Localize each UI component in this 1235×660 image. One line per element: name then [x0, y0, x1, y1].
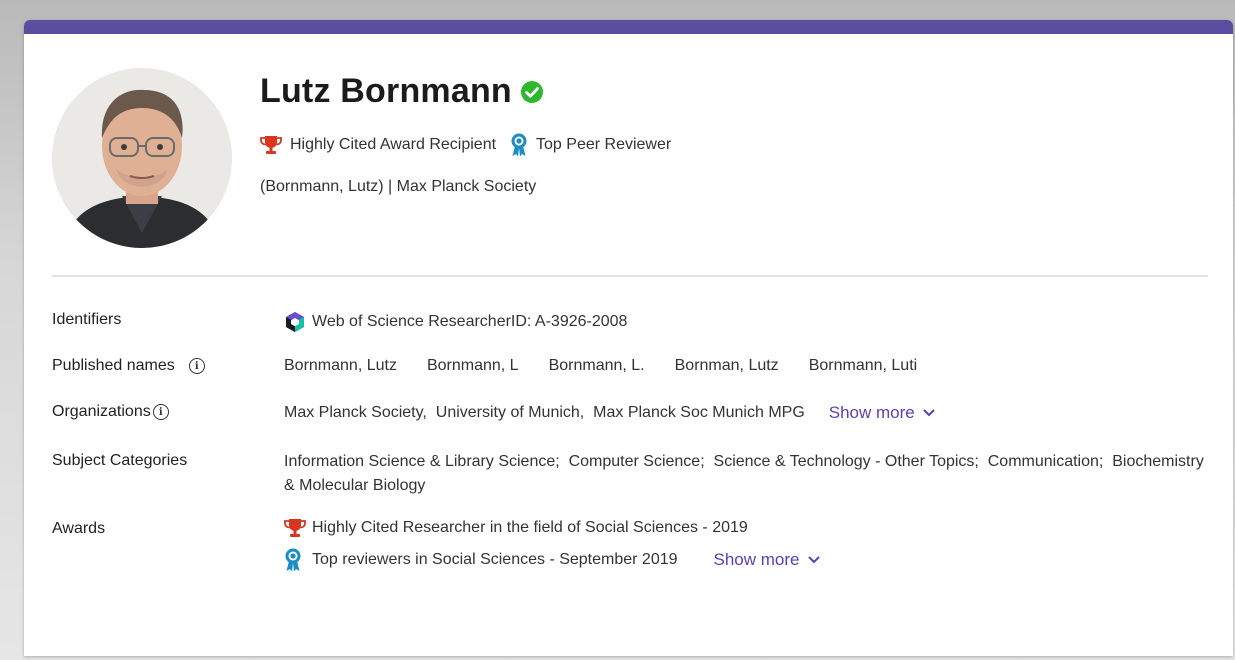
subject-categories-label: Subject Categories [52, 452, 188, 469]
info-icon[interactable]: i [152, 404, 169, 420]
badge-label: Top Peer Reviewer [536, 136, 672, 153]
reviewer-ribbon-icon [511, 133, 527, 157]
identifiers-label: Identifiers [52, 311, 122, 328]
published-name-item: Bornmann, L. [548, 357, 645, 374]
subject-categories-value: Information Science & Library Science; C… [284, 453, 1209, 494]
award-item: Highly Cited Researcher in the field of … [284, 518, 748, 538]
show-more-label: Show more [828, 403, 915, 422]
chevron-down-icon [923, 409, 935, 417]
researcher-name: Lutz Bornmann [260, 72, 512, 110]
badge-top-peer-reviewer: Top Peer Reviewer [510, 133, 671, 157]
page-background: Lutz Bornmann Highly Cited Award Recipie… [0, 0, 1235, 660]
verified-check-icon [520, 80, 543, 103]
card-accent-bar [24, 20, 1233, 34]
published-names-label-row: Published names i [52, 357, 205, 375]
published-name-item: Bornmann, Lutz [284, 357, 397, 374]
badge-label: Highly Cited Award Recipient [290, 136, 497, 153]
award-text: Highly Cited Researcher in the field of … [312, 519, 748, 536]
identifiers-value: Web of Science ResearcherID: A-3926-2008 [284, 311, 627, 333]
trophy-icon [260, 136, 282, 154]
published-name-item: Bornmann, L [426, 357, 519, 374]
badge-highly-cited: Highly Cited Award Recipient [260, 135, 496, 155]
organizations-text: Max Planck Society, University of Munich… [284, 404, 805, 421]
award-text: Top reviewers in Social Sciences - Septe… [312, 551, 678, 568]
researcher-id-text: Web of Science ResearcherID: A-3926-2008 [312, 313, 628, 330]
reviewer-ribbon-icon [285, 548, 301, 572]
info-icon[interactable]: i [188, 358, 205, 374]
profile-affiliation: (Bornmann, Lutz) | Max Planck Society [260, 178, 537, 195]
published-names-label: Published names [52, 357, 175, 374]
published-names-list: Bornmann, Lutz Bornmann, L Bornmann, L. … [284, 357, 947, 375]
awards-show-more-button[interactable]: Show more [714, 550, 820, 570]
show-more-label: Show more [713, 550, 800, 569]
published-name-item: Bornman, Lutz [674, 357, 779, 374]
organizations-label-row: Organizations i [52, 403, 169, 421]
avatar [52, 68, 232, 248]
chevron-down-icon [808, 556, 819, 564]
profile-name-row: Lutz Bornmann [260, 72, 544, 111]
web-of-science-logo-icon [286, 312, 304, 332]
awards-label: Awards [52, 520, 106, 537]
award-item: Top reviewers in Social Sciences - Septe… [284, 548, 820, 572]
profile-badges: Highly Cited Award Recipient Top Peer Re… [260, 133, 685, 157]
organizations-show-more-button[interactable]: Show more [829, 403, 935, 423]
section-divider [52, 275, 1208, 277]
researcher-profile-card: Lutz Bornmann Highly Cited Award Recipie… [24, 20, 1233, 656]
trophy-icon [284, 519, 306, 537]
organizations-label: Organizations [52, 403, 151, 420]
published-name-item: Bornmann, Luti [808, 357, 918, 374]
organizations-value: Max Planck Society, University of Munich… [284, 403, 935, 423]
